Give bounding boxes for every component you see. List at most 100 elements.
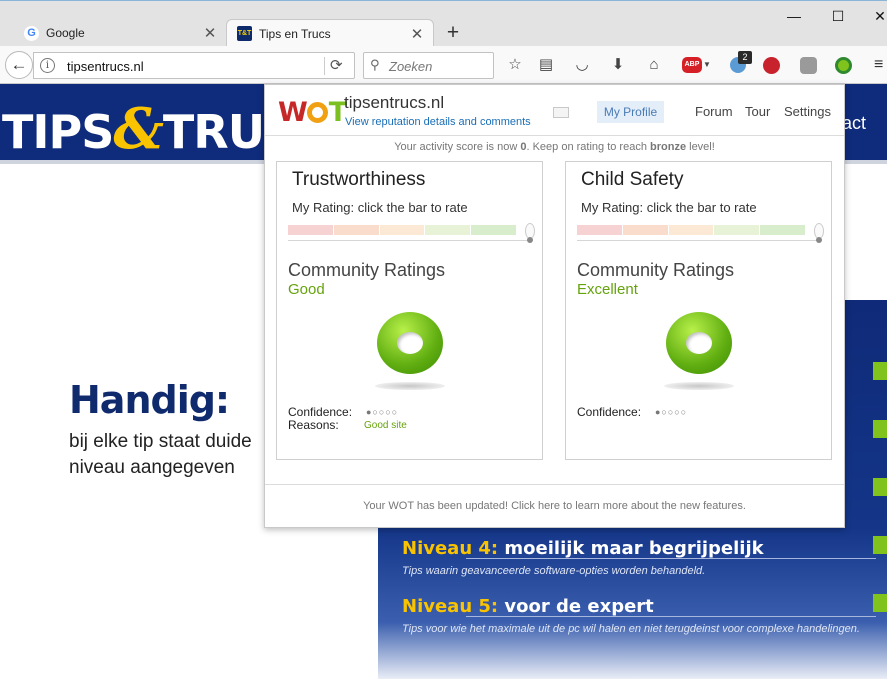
- level-5-heading: Niveau 5: voor de expert: [402, 596, 654, 617]
- tab-label: Google: [46, 26, 85, 40]
- confidence-label: Confidence:: [288, 405, 353, 419]
- handig-text-line: niveau aangegeven: [69, 457, 235, 478]
- rating-segment[interactable]: [471, 225, 516, 235]
- wot-logo-w: W: [278, 97, 308, 128]
- extension-grey-icon[interactable]: [800, 57, 817, 74]
- my-rating-label: My Rating: click the bar to rate: [292, 200, 468, 215]
- site-info-icon[interactable]: i: [40, 58, 55, 73]
- confidence-dots: ●○○○○: [366, 407, 399, 417]
- update-notice-link[interactable]: Your WOT has been updated! Click here to…: [265, 500, 844, 512]
- rating-dot: [527, 237, 533, 243]
- donut-hole: [397, 332, 423, 354]
- tipsentrucs-icon: T&T: [237, 26, 252, 41]
- activity-mid: . Keep on rating to reach: [526, 141, 650, 153]
- community-ratings-label: Community Ratings: [288, 260, 446, 280]
- wot-logo-t: T: [328, 97, 347, 128]
- level-5-label: Niveau 5:: [402, 596, 499, 617]
- rating-segment[interactable]: [714, 225, 760, 235]
- hamburger-menu-icon[interactable]: ≡: [874, 56, 883, 74]
- tab-bar: G Google ✕ T&T Tips en Trucs ✕ + — ☐ ✕: [0, 0, 887, 47]
- activity-suffix: level!: [686, 141, 715, 153]
- rating-segment[interactable]: [668, 225, 714, 235]
- close-window-button[interactable]: ✕: [866, 5, 887, 27]
- level-5-title: voor de expert: [498, 596, 654, 617]
- extension-red-icon[interactable]: [763, 57, 780, 74]
- rating-bar[interactable]: [577, 225, 805, 235]
- level-marker: [873, 536, 887, 554]
- level-marker: [873, 478, 887, 496]
- handig-heading: Handig:: [69, 378, 230, 422]
- level-marker: [873, 594, 887, 612]
- tour-link[interactable]: Tour: [745, 104, 770, 119]
- search-input[interactable]: ⚲ Zoeken: [363, 52, 494, 79]
- bookmark-star-icon[interactable]: ☆: [505, 55, 525, 75]
- navigation-toolbar: ← i tipsentrucs.nl ⟳ ⚲ Zoeken ☆ ▤ ◡ ⬇ ⌂ …: [0, 46, 887, 84]
- my-rating-label: My Rating: click the bar to rate: [581, 200, 757, 215]
- child-safety-card: Child Safety My Rating: click the bar to…: [565, 161, 832, 460]
- chevron-down-icon[interactable]: ▼: [703, 60, 711, 69]
- minimize-button[interactable]: —: [780, 5, 808, 27]
- reason-value: Good site: [364, 420, 407, 431]
- donut-hole: [686, 332, 712, 354]
- mail-icon[interactable]: [553, 107, 569, 118]
- rating-segment[interactable]: [622, 225, 668, 235]
- tab-tips-en-trucs[interactable]: T&T Tips en Trucs ✕: [226, 19, 434, 47]
- level-4-label: Niveau 4:: [402, 538, 499, 559]
- close-tab-icon[interactable]: ✕: [200, 24, 220, 42]
- card-title: Trustworthiness: [292, 169, 426, 190]
- maximize-button[interactable]: ☐: [824, 5, 852, 27]
- community-ratings-label: Community Ratings: [577, 260, 735, 280]
- logo-text-left: TIPS: [2, 105, 114, 159]
- reputation-details-link[interactable]: View reputation details and comments: [345, 116, 531, 128]
- wot-extension-icon[interactable]: [835, 57, 852, 74]
- rating-track: [288, 240, 532, 241]
- logo-ampersand: &: [113, 96, 164, 162]
- divider: [265, 484, 844, 485]
- adblock-plus-icon[interactable]: ABP: [682, 57, 702, 73]
- level-4-subtitle: Tips waarin geavanceerde software-opties…: [402, 565, 706, 577]
- level-4-title: moeilijk maar begrijpelijk: [498, 538, 764, 559]
- wot-popup: WT tipsentrucs.nl View reputation detail…: [264, 84, 845, 528]
- rating-segment[interactable]: [760, 225, 805, 235]
- activity-level: bronze: [650, 141, 687, 153]
- card-title: Child Safety: [581, 169, 684, 190]
- divider: [265, 135, 844, 136]
- search-icon: ⚲: [370, 57, 380, 72]
- url-text[interactable]: tipsentrucs.nl: [67, 59, 144, 74]
- pocket-icon[interactable]: ◡: [572, 55, 592, 75]
- forum-link[interactable]: Forum: [695, 104, 733, 119]
- level-marker: [873, 362, 887, 380]
- search-placeholder: Zoeken: [389, 59, 433, 74]
- reading-list-icon[interactable]: ▤: [536, 55, 556, 75]
- rating-segment[interactable]: [333, 225, 379, 235]
- url-bar[interactable]: i tipsentrucs.nl ⟳: [33, 52, 355, 79]
- new-tab-button[interactable]: +: [440, 20, 466, 46]
- tab-google[interactable]: G Google ✕: [14, 19, 226, 47]
- rating-bar[interactable]: [288, 225, 516, 235]
- confidence-dots: ●○○○○: [655, 407, 688, 417]
- rating-segment[interactable]: [288, 225, 333, 235]
- wot-logo: WT: [278, 97, 347, 128]
- activity-prefix: Your activity score is now: [394, 141, 521, 153]
- level-5-subtitle: Tips voor wie het maximale uit de pc wil…: [402, 623, 860, 635]
- my-profile-button[interactable]: My Profile: [597, 101, 664, 123]
- rating-segment[interactable]: [425, 225, 471, 235]
- donut-shadow: [375, 382, 445, 390]
- wot-domain: tipsentrucs.nl: [344, 93, 445, 112]
- rating-segment[interactable]: [379, 225, 425, 235]
- nav-item-contact[interactable]: act: [842, 113, 866, 134]
- google-g-icon: G: [24, 25, 39, 41]
- notification-badge: 2: [738, 51, 752, 64]
- level-4-heading: Niveau 4: moeilijk maar begrijpelijk: [402, 538, 764, 559]
- download-icon[interactable]: ⬇: [608, 55, 628, 75]
- reload-icon[interactable]: ⟳: [330, 56, 343, 74]
- close-tab-icon[interactable]: ✕: [407, 25, 427, 43]
- back-button[interactable]: ←: [5, 51, 33, 79]
- activity-score-text: Your activity score is now 0. Keep on ra…: [265, 141, 844, 153]
- rating-segment[interactable]: [577, 225, 622, 235]
- wot-logo-ring-icon: [306, 102, 328, 123]
- settings-link[interactable]: Settings: [784, 104, 831, 119]
- rating-track: [577, 240, 821, 241]
- home-icon[interactable]: ⌂: [644, 55, 664, 75]
- tab-label: Tips en Trucs: [259, 26, 331, 41]
